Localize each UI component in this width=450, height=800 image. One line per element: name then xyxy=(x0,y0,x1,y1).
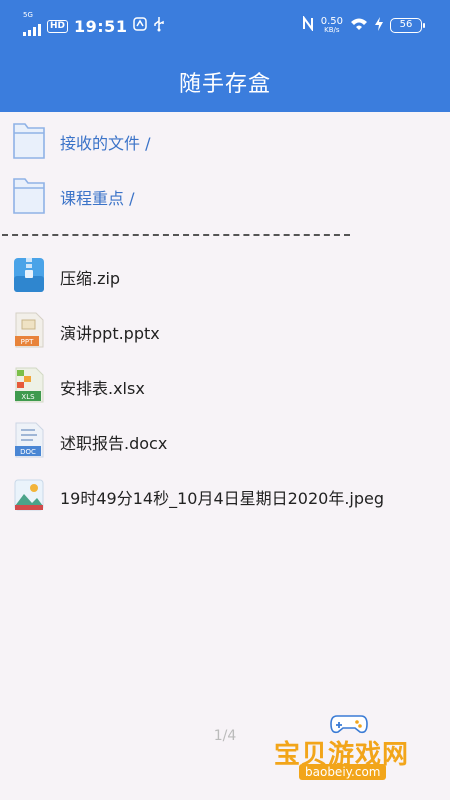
xls-icon-text: XLS xyxy=(21,393,35,401)
status-bar: 5G HD 19:51 0.50 KB/s 56 xyxy=(0,0,450,52)
watermark: 宝贝游戏网 baobeiy.com xyxy=(272,712,422,784)
watermark-url: baobeiy.com xyxy=(299,764,387,780)
section-divider xyxy=(2,234,350,236)
file-item-pptx[interactable]: PPT 演讲ppt.pptx xyxy=(12,311,160,353)
usb-icon xyxy=(153,16,165,36)
folder-icon xyxy=(12,120,46,164)
doc-icon-text: DOC xyxy=(20,448,36,456)
file-item-docx[interactable]: DOC 述职报告.docx xyxy=(12,421,167,463)
zip-icon xyxy=(12,256,46,298)
folder-item-course[interactable]: 课程重点 / xyxy=(12,175,134,219)
signal-icon: 5G xyxy=(23,12,41,36)
ppt-icon-text: PPT xyxy=(21,338,34,346)
battery-indicator: 56 xyxy=(390,18,425,33)
app-header: 5G HD 19:51 0.50 KB/s 56 随手存盒 xyxy=(0,0,450,112)
file-item-xlsx[interactable]: XLS 安排表.xlsx xyxy=(12,366,145,408)
doc-icon: DOC xyxy=(12,421,46,463)
folder-label: 接收的文件 / xyxy=(60,134,151,153)
page-title: 随手存盒 xyxy=(178,72,271,97)
charging-icon xyxy=(375,16,383,35)
wifi-icon xyxy=(350,17,368,35)
network-speed: 0.50 KB/s xyxy=(320,15,343,34)
file-item-zip[interactable]: 压缩.zip xyxy=(12,256,120,298)
app-notification-icon xyxy=(133,17,148,35)
status-time: 19:51 xyxy=(74,16,128,36)
file-label: 述职报告.docx xyxy=(60,434,168,453)
folder-item-received[interactable]: 接收的文件 / xyxy=(12,120,150,164)
file-label: 压缩.zip xyxy=(60,269,121,288)
folder-icon xyxy=(12,175,46,219)
hd-badge: HD xyxy=(47,19,69,33)
nfc-icon xyxy=(302,14,314,35)
file-label: 安排表.xlsx xyxy=(60,379,145,398)
ppt-icon: PPT xyxy=(12,311,46,353)
folder-label: 课程重点 / xyxy=(60,189,135,208)
file-label: 19时49分14秒_10月4日星期日2020年.jpeg xyxy=(60,489,385,508)
image-icon xyxy=(12,476,46,518)
file-label: 演讲ppt.pptx xyxy=(60,324,160,343)
file-item-jpeg[interactable]: 19时49分14秒_10月4日星期日2020年.jpeg xyxy=(12,476,384,518)
xls-icon: XLS xyxy=(12,366,46,408)
